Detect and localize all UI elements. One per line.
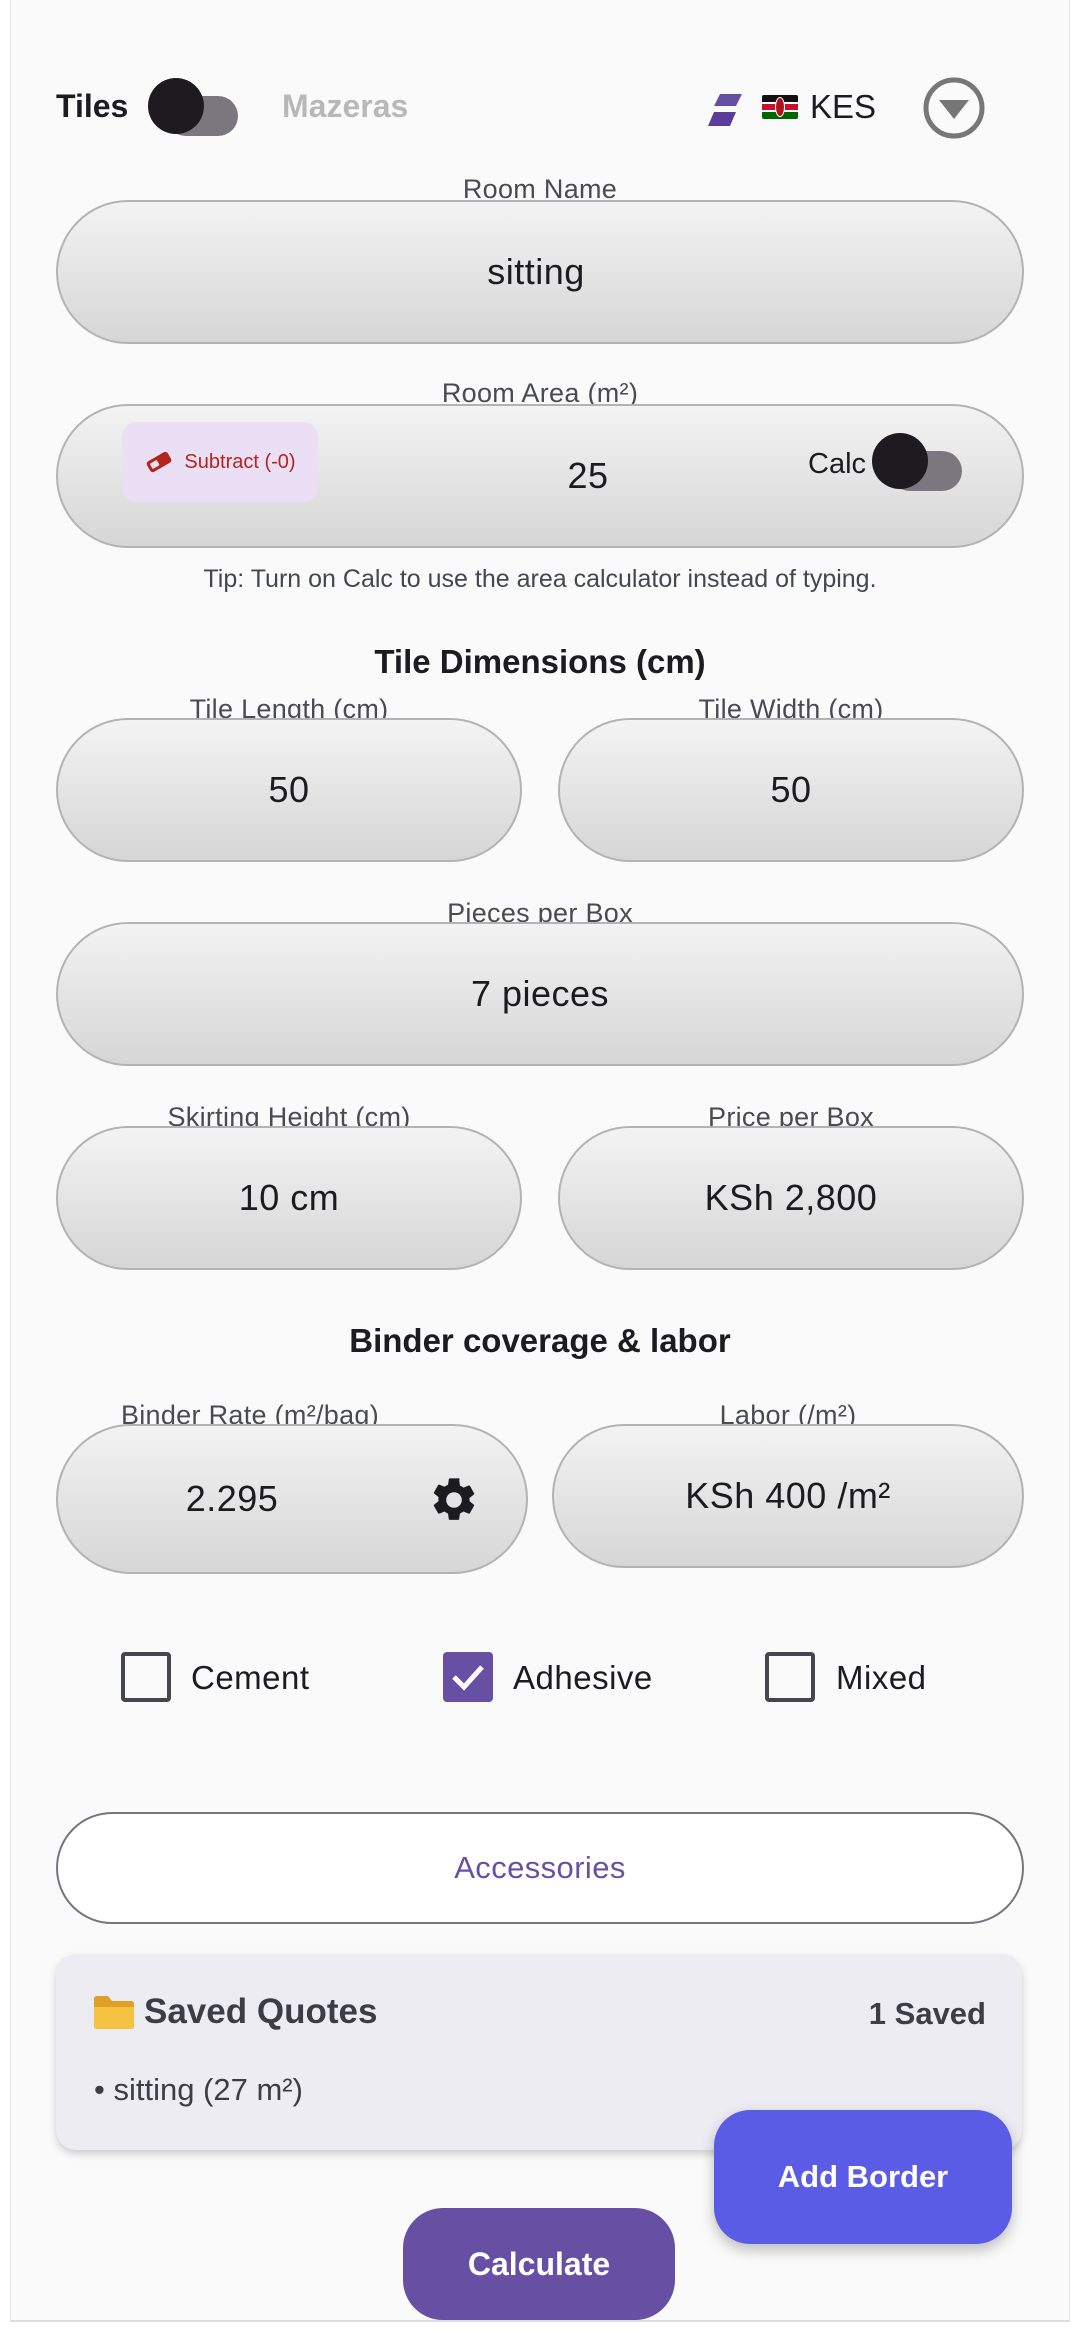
mixed-checkbox[interactable] [765, 1652, 815, 1702]
price-per-box-input[interactable]: KSh 2,800 [558, 1126, 1024, 1270]
binder-section-title: Binder coverage & labor [349, 1322, 731, 1359]
add-border-button[interactable]: Add Border [714, 2110, 1012, 2244]
tile-width-value: 50 [770, 769, 812, 810]
saved-quotes-count: 1 Saved [868, 1996, 986, 2031]
calculate-button[interactable]: Calculate [403, 2208, 675, 2320]
accessories-label: Accessories [454, 1850, 626, 1885]
pieces-per-box-input[interactable]: 7 pieces [56, 922, 1024, 1066]
mixed-label: Mixed [836, 1659, 927, 1696]
cement-label: Cement [191, 1659, 310, 1696]
subtract-chip[interactable]: Subtract (-0) [122, 422, 318, 502]
mode-toggle-switch[interactable] [148, 78, 238, 138]
calculate-label: Calculate [467, 2245, 611, 2282]
saved-quote-item[interactable]: • sitting (27 m²) [94, 2072, 303, 2108]
skirting-height-input[interactable]: 10 cm [56, 1126, 522, 1270]
folder-icon [94, 1996, 134, 2029]
cement-checkbox[interactable] [121, 1652, 171, 1702]
chevron-down-circle-icon[interactable] [922, 76, 986, 140]
tile-width-input[interactable]: 50 [558, 718, 1024, 862]
tile-length-value: 50 [268, 769, 310, 810]
labor-rate-input[interactable]: KSh 400 /m² [552, 1424, 1024, 1568]
mode-label-tiles: Tiles [56, 88, 129, 124]
currency-selector[interactable]: KES [762, 88, 876, 126]
saved-quotes-title: Saved Quotes [144, 1992, 378, 2031]
pieces-per-box-value: 7 pieces [470, 973, 610, 1014]
calc-toggle-thumb [872, 433, 928, 489]
checkmark-icon [452, 1665, 484, 1691]
binder-rate-value: 2.295 [185, 1478, 279, 1519]
subtract-label: Subtract (-0) [184, 450, 296, 473]
adhesive-checkbox[interactable] [443, 1652, 493, 1702]
gear-icon[interactable] [428, 1474, 480, 1526]
eraser-icon [147, 451, 172, 473]
accessories-button[interactable]: Accessories [56, 1812, 1024, 1924]
room-name-input[interactable]: sitting [56, 200, 1024, 344]
tile-dimensions-title: Tile Dimensions (cm) [374, 643, 706, 680]
mode-label-mazeras: Mazeras [282, 88, 409, 124]
kenya-flag-icon [762, 95, 798, 119]
app-logo-icon [708, 94, 742, 126]
calc-toggle-switch[interactable] [872, 433, 962, 493]
currency-code: KES [810, 88, 877, 125]
calc-label: Calc [808, 448, 867, 480]
room-name-value: sitting [487, 251, 585, 292]
labor-rate-value: KSh 400 /m² [685, 1475, 891, 1516]
price-per-box-value: KSh 2,800 [704, 1177, 878, 1218]
tile-length-input[interactable]: 50 [56, 718, 522, 862]
skirting-height-value: 10 cm [238, 1177, 340, 1218]
saved-quotes-header: Saved Quotes [92, 1992, 377, 2032]
mode-toggle-thumb [148, 78, 204, 134]
adhesive-label: Adhesive [513, 1659, 653, 1696]
calc-tip-text: Tip: Turn on Calc to use the area calcul… [203, 565, 877, 593]
add-border-label: Add Border [777, 2159, 949, 2194]
